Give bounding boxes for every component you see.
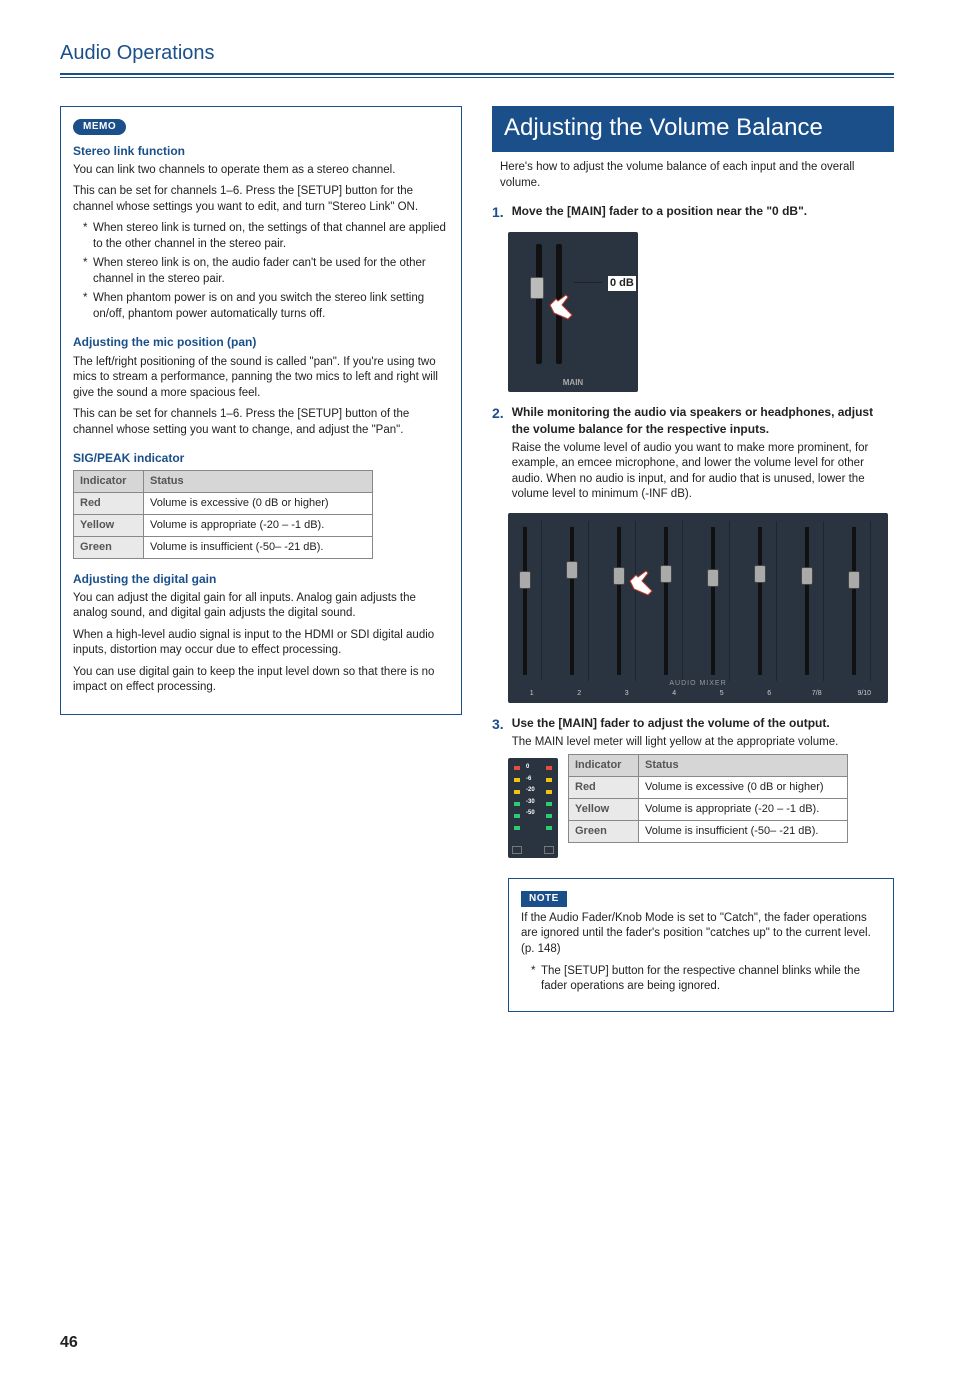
meter-label-4: -50 xyxy=(526,808,535,819)
sigpeak-row2-status: Volume is appropriate (-20 – -1 dB). xyxy=(144,514,373,536)
left-column: MEMO Stereo link function You can link t… xyxy=(60,106,462,1012)
step3-row2-status: Volume is appropriate (-20 – -1 dB). xyxy=(639,799,848,821)
pan-p1: The left/right positioning of the sound … xyxy=(73,355,449,402)
step-3-body: The MAIN level meter will light yellow a… xyxy=(512,735,839,751)
stereo-link-p1: You can link two channels to operate the… xyxy=(73,163,449,179)
note-bullets: The [SETUP] button for the respective ch… xyxy=(531,964,881,995)
pan-title: Adjusting the mic position (pan) xyxy=(73,334,449,350)
step-2: 2. While monitoring the audio via speake… xyxy=(492,404,894,502)
meter-scale-labels: 0 -6 -20 -30 -50 xyxy=(526,762,535,819)
digital-gain-p2: When a high-level audio signal is input … xyxy=(73,628,449,659)
section-header: Audio Operations xyxy=(60,40,894,73)
memo-box: MEMO Stereo link function You can link t… xyxy=(60,106,462,715)
step3-row3-status: Volume is insufficient (-50– -21 dB). xyxy=(639,820,848,842)
mixer-ch-6: 6 xyxy=(746,689,794,698)
step3-indicator-table: Indicator Status Red Volume is excessive… xyxy=(568,754,848,842)
mixer-channel-labels: 1 2 3 4 5 6 7/8 9/10 xyxy=(508,689,888,698)
label-0db: 0 dB xyxy=(608,276,636,291)
step-1: 1. Move the [MAIN] fader to a position n… xyxy=(492,203,894,222)
intro-text: Here's how to adjust the volume balance … xyxy=(500,160,894,191)
mixer-ch-8: 9/10 xyxy=(841,689,889,698)
stereo-bullet-1: When stereo link is turned on, the setti… xyxy=(83,221,449,252)
right-column: Adjusting the Volume Balance Here's how … xyxy=(492,106,894,1012)
mixer-title: AUDIO MIXER xyxy=(508,679,888,688)
sigpeak-row1-status: Volume is excessive (0 dB or higher) xyxy=(144,493,373,515)
step-2-body: Raise the volume level of audio you want… xyxy=(512,441,894,503)
meter-box-l xyxy=(512,846,522,854)
sigpeak-row3-label: Green xyxy=(74,536,144,558)
step-2-num: 2. xyxy=(492,404,504,502)
stereo-link-bullets: When stereo link is turned on, the setti… xyxy=(83,221,449,322)
stereo-link-title: Stereo link function xyxy=(73,143,449,159)
note-bullet-1: The [SETUP] button for the respective ch… xyxy=(531,964,881,995)
leader-line xyxy=(574,282,602,283)
step3-th-status: Status xyxy=(639,755,848,777)
stereo-link-p2: This can be set for channels 1–6. Press … xyxy=(73,184,449,215)
meter-label-2: -20 xyxy=(526,785,535,796)
mixer-ch-1: 1 xyxy=(508,689,556,698)
step-1-num: 1. xyxy=(492,203,504,222)
section-banner: Adjusting the Volume Balance xyxy=(492,106,894,152)
step-1-text: Move the [MAIN] fader to a position near… xyxy=(512,203,807,219)
main-fader-label: MAIN xyxy=(508,378,638,389)
step3-row2-label: Yellow xyxy=(569,799,639,821)
step3-row3-label: Green xyxy=(569,820,639,842)
header-rule-thick xyxy=(60,73,894,75)
step-3-text: Use the [MAIN] fader to adjust the volum… xyxy=(512,715,839,731)
sigpeak-title: SIG/PEAK indicator xyxy=(73,450,449,466)
mixer-ch-5: 5 xyxy=(698,689,746,698)
sigpeak-th-status: Status xyxy=(144,471,373,493)
meter-label-3: -30 xyxy=(526,797,535,808)
mixer-ch-4: 4 xyxy=(651,689,699,698)
step-2-text: While monitoring the audio via speakers … xyxy=(512,404,894,436)
sigpeak-row1-label: Red xyxy=(74,493,144,515)
meter-label-1: -6 xyxy=(526,774,535,785)
pan-p2: This can be set for channels 1–6. Press … xyxy=(73,407,449,438)
sigpeak-table: Indicator Status Red Volume is excessive… xyxy=(73,470,373,558)
mixer-ch-7: 7/8 xyxy=(793,689,841,698)
note-box: NOTE If the Audio Fader/Knob Mode is set… xyxy=(508,878,894,1011)
digital-gain-title: Adjusting the digital gain xyxy=(73,571,449,587)
mixer-ch-2: 2 xyxy=(556,689,604,698)
pointing-hand-icon xyxy=(618,563,658,603)
sigpeak-row2-label: Yellow xyxy=(74,514,144,536)
sigpeak-th-indicator: Indicator xyxy=(74,471,144,493)
meter-label-0: 0 xyxy=(526,762,535,773)
note-badge: NOTE xyxy=(521,891,567,907)
main-fader-illustration: MAIN 0 dB xyxy=(508,232,638,392)
stereo-bullet-3: When phantom power is on and you switch … xyxy=(83,291,449,322)
note-p1: If the Audio Fader/Knob Mode is set to "… xyxy=(521,911,881,958)
step-3: 3. Use the [MAIN] fader to adjust the vo… xyxy=(492,715,894,751)
step3-row1-status: Volume is excessive (0 dB or higher) xyxy=(639,777,848,799)
sigpeak-row3-status: Volume is insufficient (-50– -21 dB). xyxy=(144,536,373,558)
pointing-hand-icon xyxy=(538,287,578,327)
memo-badge: MEMO xyxy=(73,119,126,135)
digital-gain-p3: You can use digital gain to keep the inp… xyxy=(73,665,449,696)
stereo-bullet-2: When stereo link is on, the audio fader … xyxy=(83,256,449,287)
audio-mixer-illustration: AUDIO MIXER 1 2 3 4 5 6 7/8 9/10 xyxy=(508,513,888,703)
meter-box-r xyxy=(544,846,554,854)
step-3-num: 3. xyxy=(492,715,504,751)
digital-gain-p1: You can adjust the digital gain for all … xyxy=(73,591,449,622)
step3-row1-label: Red xyxy=(569,777,639,799)
level-meter-illustration: 0 -6 -20 -30 -50 xyxy=(508,758,558,858)
mixer-ch-3: 3 xyxy=(603,689,651,698)
step3-th-indicator: Indicator xyxy=(569,755,639,777)
